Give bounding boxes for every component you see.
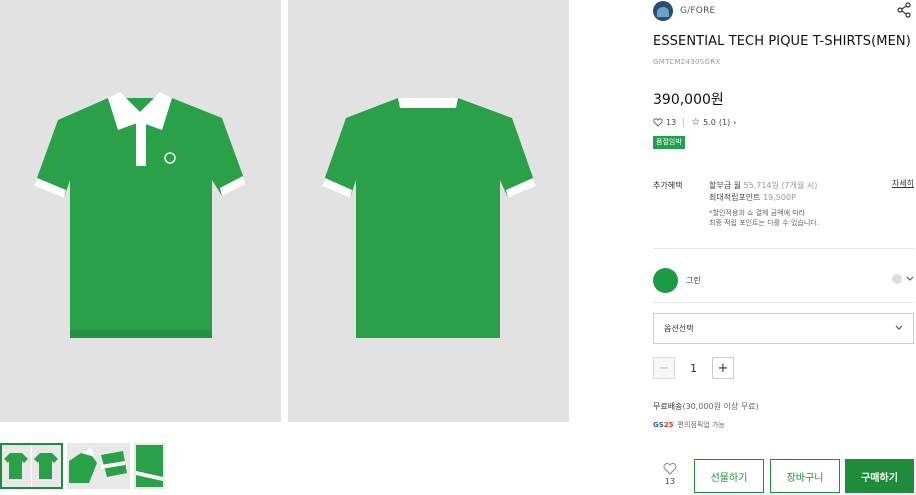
thumbnail-front-back[interactable] [0, 443, 63, 489]
points-line: 최대적립포인트 19,500P [709, 192, 879, 204]
benefit-note-line1: *할인적용과 쇼 결제 금액에 따라 [709, 209, 806, 217]
benefit-note: *할인적용과 쇼 결제 금액에 따라 최종 적립 포인트는 다를 수 있습니다. [709, 208, 889, 228]
gs25-logo-text: GS [653, 421, 664, 429]
brand-name[interactable]: G/FORE [680, 6, 715, 16]
heart-icon [653, 118, 663, 127]
convenience-pickup: GS25 편의점픽업 가능 [653, 420, 725, 430]
review-count[interactable]: (1) [719, 118, 730, 127]
thumbnail-detail[interactable] [67, 443, 130, 489]
quantity-value[interactable]: 1 [675, 362, 712, 375]
status-badge: 품절임박 [653, 136, 685, 149]
points-value: 19,500P [763, 193, 796, 202]
benefit-note-line2: 최종 적립 포인트는 다를 수 있습니다. [709, 219, 819, 227]
quantity-stepper: − 1 + [653, 357, 734, 379]
buy-now-button[interactable]: 구매하기 [845, 459, 914, 493]
product-title: ESSENTIAL TECH PIQUE T-SHIRTS(MEN) [653, 34, 911, 49]
quantity-decrease-button[interactable]: − [653, 357, 675, 379]
divider [653, 302, 914, 303]
color-swatch[interactable] [653, 268, 678, 293]
gs25-logo-num: 25 [663, 421, 674, 429]
color-dot [892, 274, 902, 284]
product-image-back[interactable] [288, 0, 569, 422]
like-count: 13 [666, 118, 677, 127]
product-code: GMTCM2430SGRX [653, 58, 721, 66]
chevron-down-icon [895, 325, 903, 330]
thumbnail-sleeve[interactable] [134, 443, 165, 489]
add-to-cart-button[interactable]: 장바구니 [770, 459, 840, 493]
option-select[interactable]: 옵션선택 [653, 313, 914, 344]
shipping-note: (30,000원 이상 무료) [682, 402, 759, 411]
pickup-text: 편의점픽업 가능 [677, 421, 725, 429]
installment-amount: 55,714원 [743, 181, 779, 190]
product-info-panel: G/FORE ESSENTIAL TECH PIQUE T-SHIRTS(MEN… [653, 0, 916, 495]
points-label: 최대적립포인트 [709, 193, 761, 202]
quantity-increase-button[interactable]: + [712, 357, 734, 379]
meta-row: 13 ☆ 5.0 (1) › [653, 117, 736, 128]
share-icon[interactable] [896, 2, 912, 18]
installment-line: 할부금 월 55,714원 (7개월 시) [709, 180, 879, 192]
product-image-front[interactable] [0, 0, 281, 422]
gift-button[interactable]: 선물하기 [694, 459, 764, 493]
purchase-actions: 13 선물하기 장바구니 구매하기 [653, 459, 916, 493]
color-name: 그린 [686, 276, 701, 285]
installment-note: (7개월 시) [781, 181, 818, 190]
wishlist-button[interactable]: 13 [659, 463, 681, 486]
star-icon: ☆ [691, 117, 701, 128]
option-select-label: 옵션선택 [664, 324, 694, 333]
benefit-label: 추가혜택 [653, 181, 683, 190]
shipping-label: 무료배송 [653, 402, 683, 411]
heart-icon [663, 463, 677, 475]
rating-value[interactable]: 5.0 [703, 118, 716, 127]
meta-divider [683, 118, 685, 127]
installment-label: 할부금 월 [709, 181, 741, 190]
benefit-detail-link[interactable]: 자세히 [892, 178, 914, 189]
benefit-details: 할부금 월 55,714원 (7개월 시) 최대적립포인트 19,500P [709, 180, 879, 204]
product-price: 390,000원 [653, 92, 724, 108]
chevron-right-icon[interactable]: › [733, 118, 736, 127]
wishlist-count: 13 [664, 477, 676, 486]
brand-logo[interactable] [653, 1, 673, 21]
thumbnail-strip [0, 443, 165, 489]
chevron-down-icon [906, 276, 914, 281]
color-toggle[interactable] [892, 274, 914, 284]
gs25-logo: GS25 [653, 421, 674, 429]
shipping-info: 무료배송(30,000원 이상 무료) [653, 401, 759, 412]
divider [653, 248, 914, 249]
brand-row: G/FORE [653, 0, 914, 22]
